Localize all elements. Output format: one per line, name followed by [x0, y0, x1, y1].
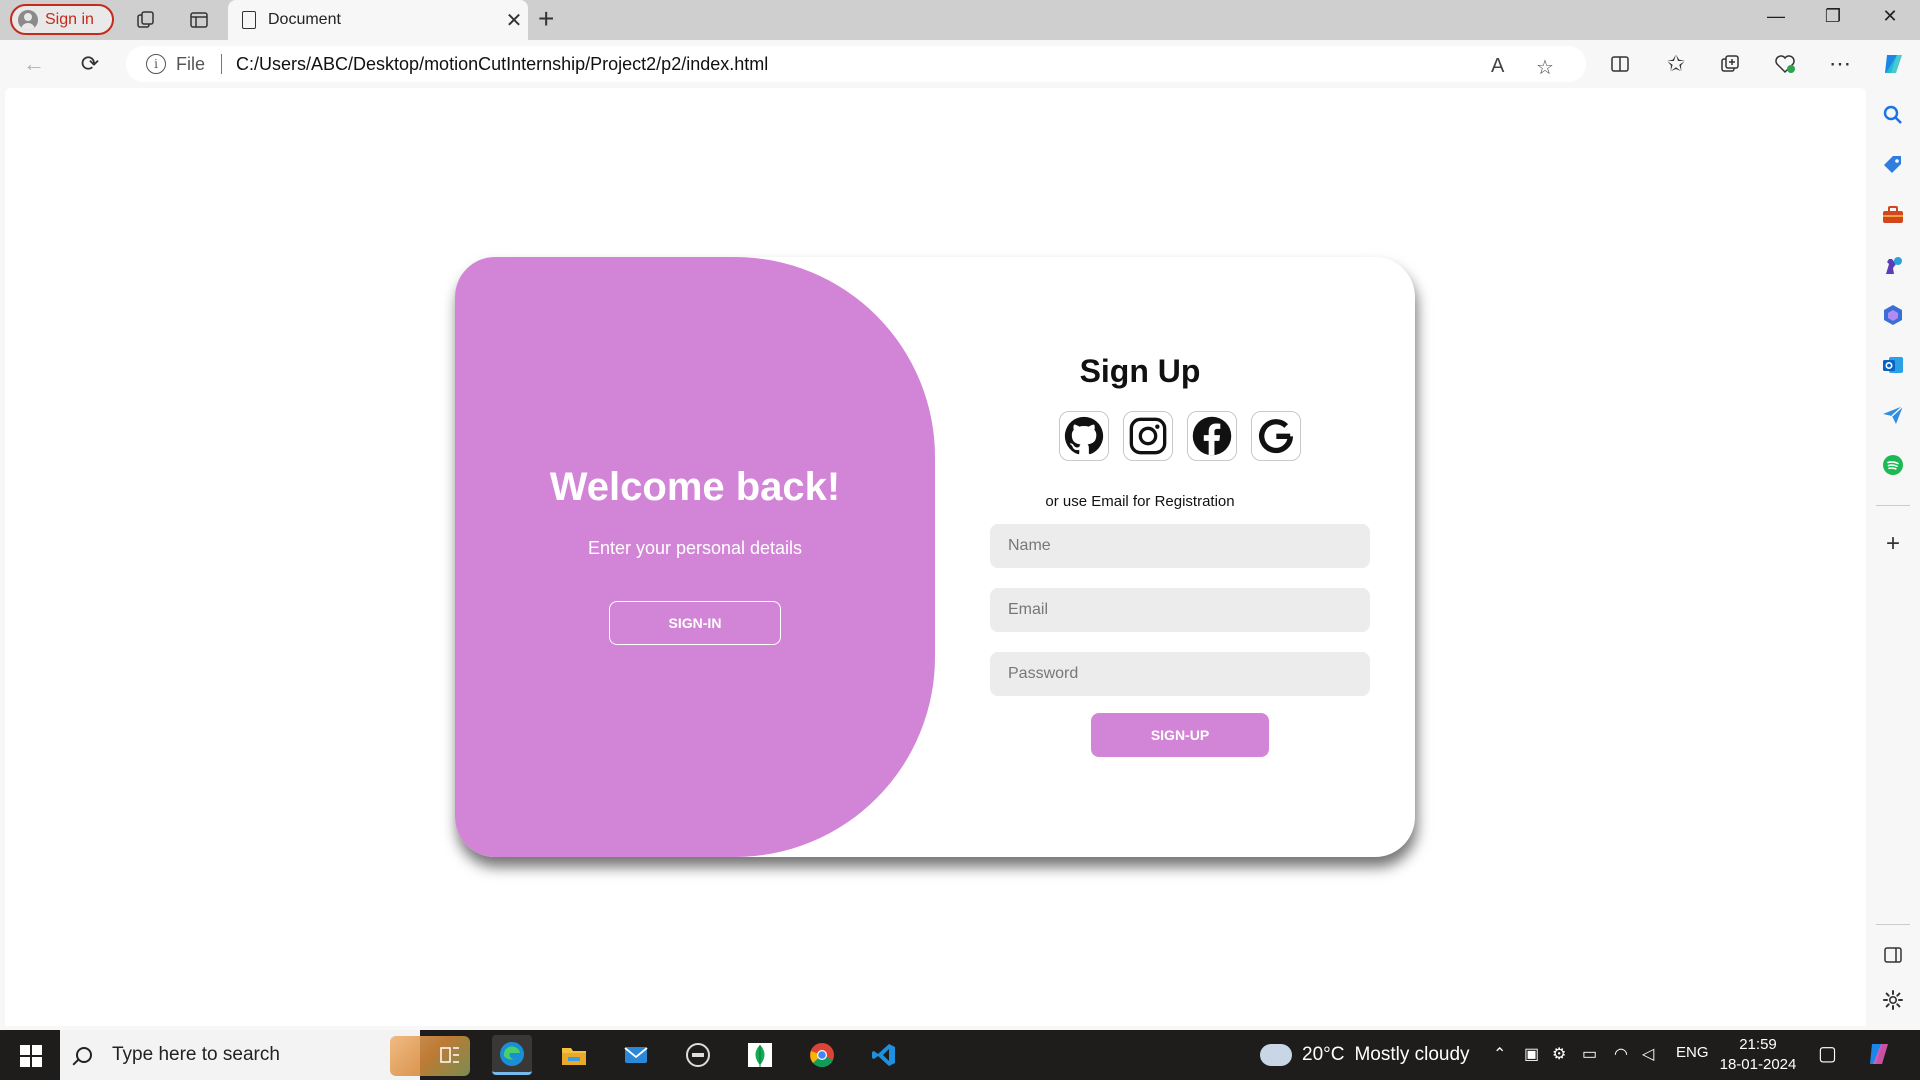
email-input[interactable]: [990, 588, 1370, 632]
send-icon[interactable]: [1881, 403, 1905, 427]
sidebar-divider: [1876, 924, 1910, 925]
workspaces-icon[interactable]: [134, 8, 158, 32]
tools-icon[interactable]: [1881, 203, 1905, 227]
split-screen-icon[interactable]: [1606, 50, 1634, 78]
taskbar-search-box[interactable]: Type here to search: [60, 1030, 470, 1080]
instagram-icon[interactable]: [1123, 411, 1173, 461]
signup-title: Sign Up: [1079, 353, 1201, 389]
email-registration-text: or use Email for Registration: [1045, 493, 1235, 510]
outlook-icon[interactable]: [1881, 353, 1905, 377]
spotify-icon[interactable]: [1881, 453, 1905, 477]
vscode-icon[interactable]: [864, 1035, 904, 1075]
mail-icon[interactable]: [616, 1035, 656, 1075]
weather-temperature: 20°C: [1302, 1044, 1345, 1065]
windows-taskbar: Type here to search 20°C Mostly cloudy ⌃…: [0, 1030, 1920, 1080]
address-bar-row: ← ⟳ i File C:/Users/ABC/Desktop/motionCu…: [0, 40, 1920, 88]
refresh-icon[interactable]: ⟳: [76, 50, 104, 78]
games-icon[interactable]: [1881, 253, 1905, 277]
edge-taskbar-icon[interactable]: [492, 1035, 532, 1075]
social-login-row: [1059, 411, 1301, 461]
hide-sidebar-icon[interactable]: [1881, 943, 1905, 967]
auth-card: Welcome back! Enter your personal detail…: [455, 257, 1415, 857]
browser-title-bar: Sign in Document ✕ + — ❐ ✕: [0, 0, 1920, 40]
copilot-taskbar-icon[interactable]: [1866, 1040, 1894, 1073]
tab-title: Document: [268, 11, 341, 28]
address-separator: [221, 54, 223, 74]
file-explorer-icon[interactable]: [554, 1035, 594, 1075]
clock-time: 21:59: [1739, 1036, 1777, 1053]
scheme-label: File: [176, 53, 206, 74]
weather-description: Mostly cloudy: [1354, 1044, 1470, 1065]
copilot-icon[interactable]: [1880, 50, 1908, 78]
volume-icon[interactable]: ◁: [1642, 1044, 1654, 1064]
language-indicator[interactable]: ENG: [1676, 1044, 1709, 1061]
close-tab-icon[interactable]: ✕: [500, 8, 528, 33]
taskbar-search-placeholder: Type here to search: [112, 1044, 280, 1065]
wifi-icon[interactable]: ◠: [1614, 1044, 1628, 1064]
shopping-tag-icon[interactable]: [1881, 153, 1905, 177]
welcome-panel: Welcome back! Enter your personal detail…: [455, 257, 935, 857]
welcome-subtitle: Enter your personal details: [587, 538, 803, 558]
password-input[interactable]: [990, 652, 1370, 696]
windows-start-icon[interactable]: [20, 1045, 42, 1067]
weather-cloud-icon: [1260, 1036, 1292, 1066]
task-view-icon[interactable]: [430, 1035, 470, 1075]
document-icon: [242, 11, 256, 29]
tab-document[interactable]: Document ✕: [228, 0, 528, 40]
url-text[interactable]: C:/Users/ABC/Desktop/motionCutInternship…: [236, 54, 768, 75]
sign-in-button[interactable]: SIGN-IN: [609, 601, 781, 645]
welcome-title: Welcome back!: [549, 465, 841, 509]
collections-icon[interactable]: [1716, 50, 1744, 78]
mongodb-icon[interactable]: [740, 1035, 780, 1075]
add-icon[interactable]: +: [1881, 532, 1905, 557]
profile-button[interactable]: Sign in: [10, 4, 114, 35]
search-icon[interactable]: [1881, 103, 1905, 127]
browser-essentials-icon[interactable]: [1771, 50, 1799, 78]
info-icon[interactable]: i: [146, 54, 166, 74]
microsoft-365-icon[interactable]: [1881, 303, 1905, 327]
favorites-icon[interactable]: ✩: [1662, 50, 1690, 78]
new-tab-button[interactable]: +: [538, 5, 554, 33]
system-clock[interactable]: 21:59 18-01-2024: [1716, 1035, 1800, 1075]
sidebar-divider: [1876, 505, 1910, 506]
page-viewport: Welcome back! Enter your personal detail…: [5, 88, 1866, 1026]
back-icon[interactable]: ←: [20, 50, 48, 78]
close-window-button[interactable]: ✕: [1870, 6, 1910, 27]
meet-now-icon[interactable]: ▣: [1524, 1044, 1539, 1064]
github-icon[interactable]: [1059, 411, 1109, 461]
notifications-icon[interactable]: ▢: [1818, 1041, 1837, 1066]
sign-up-button[interactable]: SIGN-UP: [1091, 713, 1269, 757]
security-icon[interactable]: ⚙: [1552, 1044, 1566, 1064]
minimize-button[interactable]: —: [1756, 6, 1796, 27]
avatar-icon: [18, 9, 38, 30]
chrome-icon[interactable]: [802, 1035, 842, 1075]
clock-date: 18-01-2024: [1719, 1056, 1797, 1073]
more-options-icon[interactable]: ⋯: [1826, 50, 1854, 78]
edge-sidebar: +: [1866, 88, 1920, 1030]
battery-icon[interactable]: ▭: [1582, 1044, 1597, 1064]
profile-label: Sign in: [45, 10, 94, 28]
restore-button[interactable]: ❐: [1813, 6, 1853, 27]
weather-widget[interactable]: 20°C Mostly cloudy: [1260, 1030, 1470, 1080]
search-icon: [76, 1047, 92, 1063]
dell-icon[interactable]: [678, 1035, 718, 1075]
settings-gear-icon[interactable]: [1881, 988, 1905, 1012]
google-icon[interactable]: [1251, 411, 1301, 461]
facebook-icon[interactable]: [1187, 411, 1237, 461]
favorite-star-icon[interactable]: ☆: [1536, 55, 1554, 80]
show-hidden-icons-icon[interactable]: ⌃: [1493, 1044, 1506, 1064]
address-bar[interactable]: i File C:/Users/ABC/Desktop/motionCutInt…: [126, 46, 1586, 82]
name-input[interactable]: [990, 524, 1370, 568]
tab-actions-icon[interactable]: [187, 8, 211, 32]
read-aloud-icon[interactable]: A: [1491, 55, 1504, 78]
